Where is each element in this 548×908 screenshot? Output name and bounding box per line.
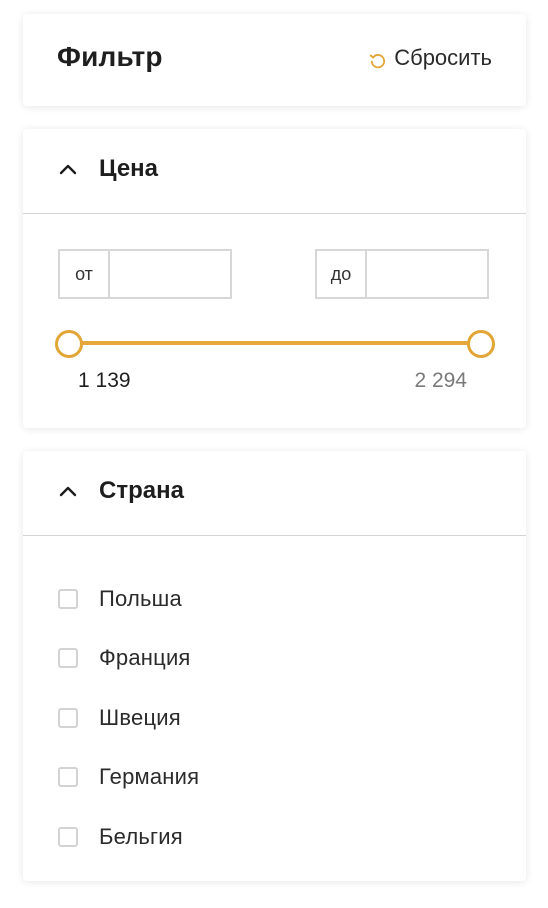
range-min-value: 1 139 [78, 369, 131, 392]
price-from-field: от [58, 249, 232, 299]
country-item-germany[interactable]: Германия [58, 748, 199, 808]
checkbox[interactable] [58, 767, 78, 788]
country-label: Франция [99, 645, 191, 671]
reset-label: Сбросить [394, 45, 492, 70]
country-item-belgium[interactable]: Бельгия [58, 807, 199, 867]
country-item-sweden[interactable]: Швеция [58, 688, 199, 748]
price-section-header[interactable]: Цена [23, 129, 526, 214]
chevron-up-icon [58, 162, 78, 176]
country-label: Бельгия [99, 823, 183, 849]
country-section-title: Страна [99, 477, 184, 504]
country-list: Польша Франция Швеция Германия Бельгия [58, 569, 199, 867]
checkbox[interactable] [58, 648, 78, 669]
country-item-france[interactable]: Франция [58, 629, 199, 689]
filter-title: Фильтр [57, 41, 163, 72]
price-to-input[interactable] [367, 251, 487, 297]
checkbox[interactable] [58, 707, 78, 728]
slider-min-handle[interactable] [55, 330, 83, 358]
country-section-header[interactable]: Страна [23, 451, 526, 536]
country-item-poland[interactable]: Польша [58, 569, 199, 629]
price-to-prefix: до [317, 251, 367, 297]
price-from-prefix: от [60, 251, 110, 297]
range-max-value: 2 294 [414, 369, 467, 392]
reset-icon [368, 51, 388, 71]
country-label: Германия [99, 764, 200, 790]
price-section-title: Цена [99, 155, 159, 182]
price-from-input[interactable] [110, 251, 230, 297]
slider-max-handle[interactable] [467, 330, 495, 358]
chevron-up-icon [58, 484, 78, 498]
price-section: Цена от до 1 139 2 294 [23, 129, 526, 428]
price-range-slider[interactable] [55, 329, 495, 358]
filter-header: Фильтр Сбросить [23, 14, 526, 106]
country-label: Польша [99, 585, 182, 611]
slider-track[interactable] [67, 341, 483, 345]
country-section: Страна Польша Франция Швеция Германия Бе… [23, 451, 526, 881]
country-label: Швеция [99, 704, 181, 730]
checkbox[interactable] [58, 826, 78, 847]
reset-button[interactable]: Сбросить [368, 45, 492, 71]
price-to-field: до [315, 249, 489, 299]
checkbox[interactable] [58, 588, 78, 609]
